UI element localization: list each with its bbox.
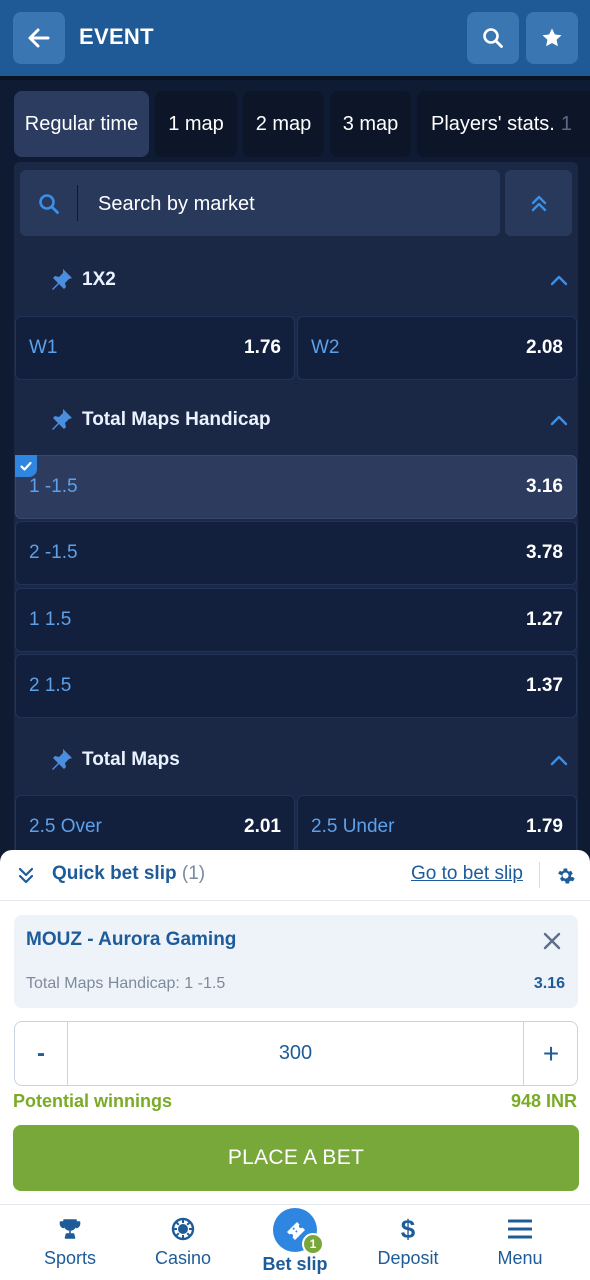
selected-check-icon xyxy=(15,455,37,477)
search-button[interactable] xyxy=(467,12,519,64)
tab-1-map[interactable]: 1 map xyxy=(155,91,237,157)
hamburger-icon xyxy=(508,1219,532,1239)
outcome-label: 1 -1.5 xyxy=(29,476,78,497)
favorite-button[interactable] xyxy=(526,12,578,64)
bet-event-name: MOUZ - Aurora Gaming xyxy=(26,929,237,950)
divider xyxy=(0,900,590,901)
nav-label: Menu xyxy=(497,1248,543,1268)
stake-input[interactable]: 300 xyxy=(68,1021,523,1086)
outcome-odd: 1.76 xyxy=(244,337,281,358)
nav-sports[interactable]: Sports xyxy=(20,1204,120,1280)
outcome-w2[interactable]: W2 2.08 xyxy=(297,316,577,380)
market-total-maps-handicap-header[interactable]: Total Maps Handicap xyxy=(14,388,578,450)
market-total-maps-header[interactable]: Total Maps xyxy=(14,728,578,790)
outcome-label: 2 -1.5 xyxy=(29,542,78,563)
tab-players-stats-label: Players' stats. xyxy=(431,112,555,135)
outcome-label: 1 1.5 xyxy=(29,609,72,630)
nav-menu[interactable]: Menu xyxy=(470,1204,570,1280)
outcome-odd: 1.37 xyxy=(526,675,563,696)
potential-winnings-value: 948 INR xyxy=(510,1091,577,1111)
outcome-label: 2 1.5 xyxy=(29,675,72,696)
collapse-all-button[interactable] xyxy=(505,170,572,236)
trophy-icon xyxy=(59,1219,81,1239)
chevron-up-icon[interactable] xyxy=(549,410,569,430)
place-bet-button[interactable]: PLACE A BET xyxy=(13,1125,579,1191)
outcome-odd: 3.78 xyxy=(526,542,563,563)
dollar-icon: $ xyxy=(400,1214,416,1244)
outcome-odd: 2.01 xyxy=(244,816,281,837)
double-chevron-up-icon xyxy=(531,195,546,212)
tab-players-stats[interactable]: Players' stats. 1 xyxy=(417,91,590,157)
market-search-input[interactable] xyxy=(20,170,500,236)
search-placeholder: Search by market xyxy=(98,193,255,215)
quick-bet-slip-title: Quick bet slip (1) xyxy=(52,863,205,885)
nav-label: Sports xyxy=(43,1248,97,1268)
bet-market-description: Total Maps Handicap: 1 -1.5 xyxy=(26,975,226,992)
increase-stake-button[interactable]: + xyxy=(524,1021,578,1086)
market-1x2-header[interactable]: 1X2 xyxy=(14,248,578,310)
search-divider xyxy=(77,185,78,221)
outcome-odd: 2.08 xyxy=(526,337,563,358)
market-title: Total Maps xyxy=(82,749,180,770)
outcome-1-minus-1-5[interactable]: 1 -1.5 3.16 xyxy=(15,455,577,519)
star-icon xyxy=(542,28,562,47)
search-icon xyxy=(39,194,59,214)
tab-2-map[interactable]: 2 map xyxy=(243,91,324,157)
market-title: Total Maps Handicap xyxy=(82,409,271,430)
header-divider xyxy=(539,862,540,888)
outcome-2-minus-1-5[interactable]: 2 -1.5 3.78 xyxy=(15,521,577,585)
outcome-odd: 1.79 xyxy=(526,816,563,837)
gear-icon[interactable] xyxy=(555,865,576,886)
outcome-1-plus-1-5[interactable]: 1 1.5 1.27 xyxy=(15,588,577,652)
header-divider xyxy=(0,76,590,80)
decrease-stake-button[interactable]: - xyxy=(14,1021,68,1086)
outcome-label: W1 xyxy=(29,337,58,358)
outcome-w1[interactable]: W1 1.76 xyxy=(15,316,295,380)
tab-next-label: 1 xyxy=(560,112,572,135)
outcome-label: W2 xyxy=(311,337,340,358)
nav-bet-slip[interactable]: Bet slip xyxy=(245,1204,345,1280)
tab-regular-time[interactable]: Regular time xyxy=(14,91,149,157)
page-title: EVENT xyxy=(79,24,154,49)
outcome-2-plus-1-5[interactable]: 2 1.5 1.37 xyxy=(15,654,577,718)
arrow-left-icon xyxy=(28,28,50,48)
outcome-label: 2.5 Over xyxy=(29,816,102,837)
potential-winnings-label: Potential winnings xyxy=(13,1091,173,1111)
outcome-odd: 3.16 xyxy=(526,476,563,497)
outcome-odd: 1.27 xyxy=(526,609,563,630)
chevron-up-icon[interactable] xyxy=(549,270,569,290)
market-tabs: Regular time 1 map 2 map 3 map Players' … xyxy=(14,91,590,157)
nav-label: Deposit xyxy=(377,1248,439,1268)
bet-odd: 3.16 xyxy=(533,975,565,992)
search-icon xyxy=(483,28,503,48)
pin-icon xyxy=(52,409,72,430)
pin-icon xyxy=(52,269,72,290)
close-icon[interactable] xyxy=(543,932,561,950)
nav-label: Casino xyxy=(154,1248,212,1268)
quick-bet-slip-count: (1) xyxy=(181,863,206,884)
go-to-bet-slip-link[interactable]: Go to bet slip xyxy=(411,863,523,885)
pin-icon xyxy=(52,749,72,770)
market-title: 1X2 xyxy=(82,269,116,290)
nav-deposit[interactable]: $ Deposit xyxy=(358,1204,458,1280)
casino-chip-icon xyxy=(171,1217,195,1241)
tab-3-map[interactable]: 3 map xyxy=(330,91,411,157)
quick-bet-slip-title-text: Quick bet slip xyxy=(52,863,177,884)
double-chevron-down-icon[interactable] xyxy=(16,866,36,886)
chevron-up-icon[interactable] xyxy=(549,750,569,770)
outcome-label: 2.5 Under xyxy=(311,816,395,837)
nav-casino[interactable]: Casino xyxy=(133,1204,233,1280)
back-button[interactable] xyxy=(13,12,65,64)
nav-label: Bet slip xyxy=(262,1254,328,1274)
